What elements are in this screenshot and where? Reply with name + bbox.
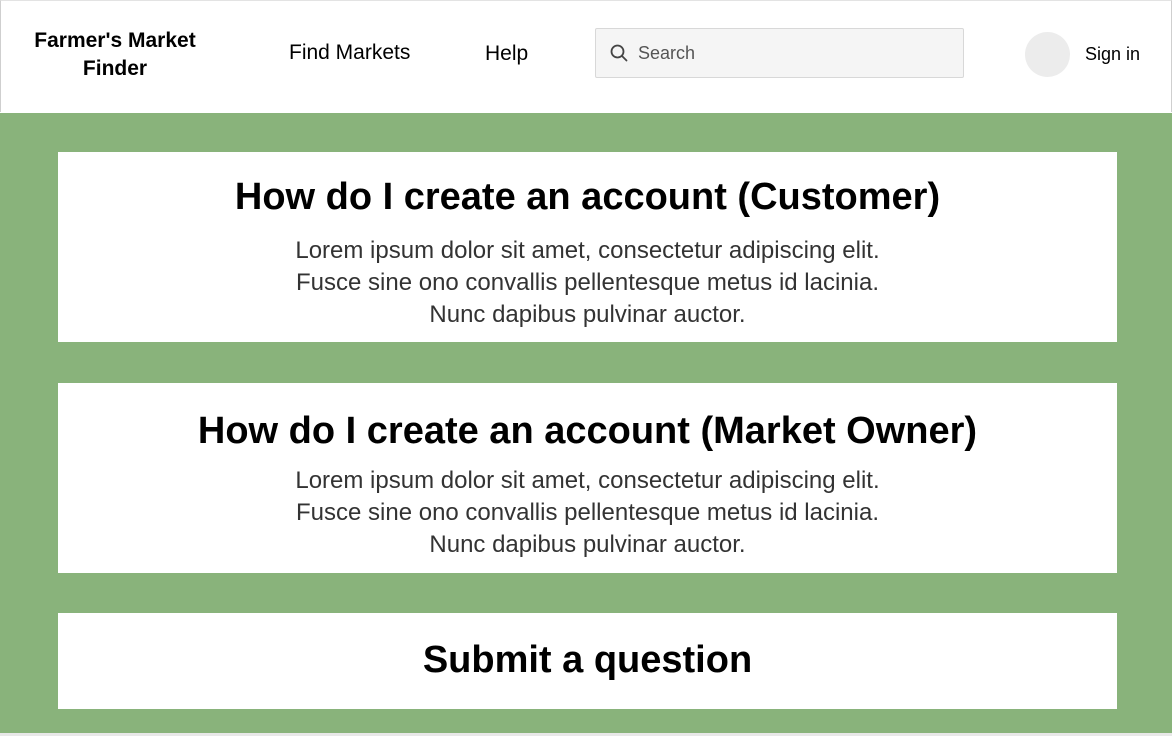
faq-title-market-owner: How do I create an account (Market Owner…: [197, 410, 978, 452]
search-icon: [610, 44, 628, 62]
submit-question-button[interactable]: Submit a question: [58, 613, 1117, 709]
site-logo[interactable]: Farmer's Market Finder: [15, 27, 215, 83]
search-box[interactable]: [595, 28, 964, 78]
nav-find-markets-link[interactable]: Find Markets: [289, 41, 410, 65]
faq-card-market-owner: How do I create an account (Market Owner…: [58, 383, 1117, 573]
faq-title-customer: How do I create an account (Customer): [234, 176, 941, 218]
faq-card-customer: How do I create an account (Customer) Lo…: [58, 152, 1117, 342]
faq-answer-line: Lorem ipsum dolor sit amet, consectetur …: [295, 467, 880, 494]
faq-answer-line: Fusce sine ono convallis pellentesque me…: [296, 269, 879, 296]
top-navigation-bar: Farmer's Market Finder Find Markets Help…: [0, 0, 1172, 112]
search-input[interactable]: [638, 29, 948, 77]
faq-answer-line: Nunc dapibus pulvinar auctor.: [429, 531, 746, 558]
faq-answer-line: Fusce sine ono convallis pellentesque me…: [296, 499, 879, 526]
faq-answer-line: Nunc dapibus pulvinar auctor.: [429, 301, 746, 328]
faq-answer-line: Lorem ipsum dolor sit amet, consectetur …: [295, 237, 880, 264]
nav-help-link[interactable]: Help: [485, 42, 528, 66]
faq-answer-market-owner: Lorem ipsum dolor sit amet, consectetur …: [58, 465, 1117, 561]
logo-line-1: Farmer's Market: [34, 29, 196, 52]
avatar[interactable]: [1025, 32, 1070, 77]
faq-answer-customer: Lorem ipsum dolor sit amet, consectetur …: [58, 235, 1117, 331]
submit-question-label: Submit a question: [422, 639, 753, 681]
logo-line-2: Finder: [82, 57, 148, 80]
sign-in-link[interactable]: Sign in: [1085, 44, 1140, 65]
faq-content-area: How do I create an account (Customer) Lo…: [0, 113, 1172, 736]
